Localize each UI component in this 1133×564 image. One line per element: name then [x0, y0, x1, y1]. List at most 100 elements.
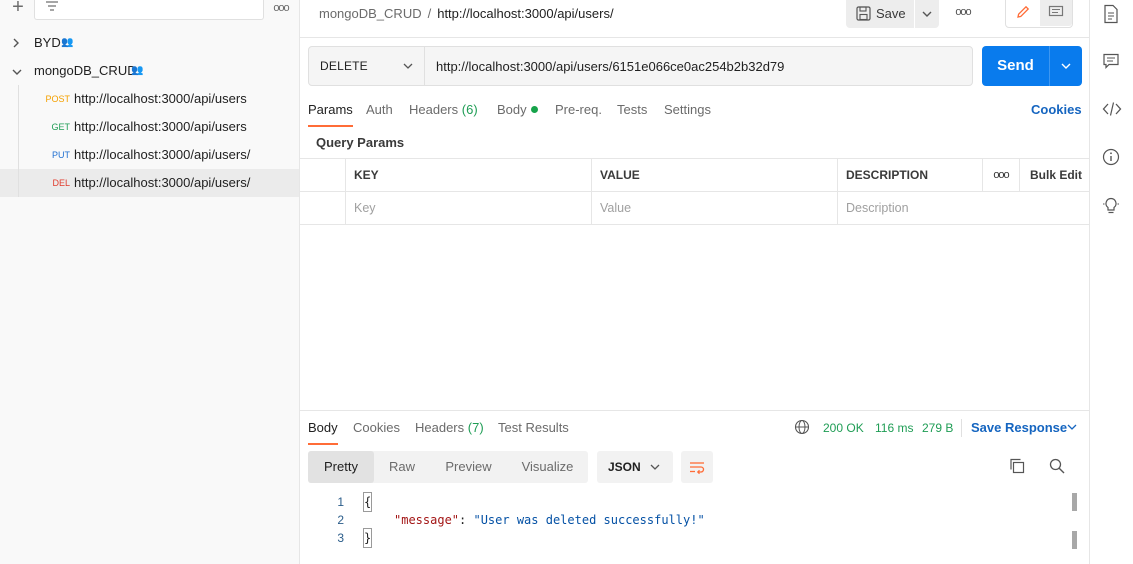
pane-resize-handle[interactable]	[300, 410, 1089, 411]
method-select[interactable]: DELETE	[309, 47, 425, 85]
format-select[interactable]: JSON	[597, 451, 673, 483]
save-response-button[interactable]: Save Response	[971, 419, 1077, 437]
comment-mode-button[interactable]	[1040, 0, 1072, 26]
code-icon[interactable]	[1102, 100, 1122, 120]
chevron-down-icon[interactable]	[12, 57, 24, 85]
plus-icon[interactable]: +	[8, 0, 28, 18]
info-icon[interactable]	[1102, 148, 1122, 168]
filter-icon	[46, 1, 58, 11]
status-dot	[530, 106, 538, 113]
bulk-edit-button[interactable]: Bulk Edit	[1019, 159, 1089, 192]
tab-count: (6)	[461, 102, 478, 117]
sidebar-request-get[interactable]: GET http://localhost:3000/api/users	[0, 113, 299, 141]
edit-mode-button[interactable]	[1007, 0, 1039, 26]
code-text: "message": "User was deleted successfull…	[394, 513, 705, 527]
collection-name: mongoDB_CRUD	[34, 63, 137, 78]
code-text: {	[362, 492, 373, 512]
comment-icon	[1048, 5, 1064, 17]
request-editor: mongoDB_CRUD / http://localhost:3000/api/u…	[300, 0, 1089, 564]
view-raw[interactable]: Raw	[374, 451, 430, 483]
response-size[interactable]: 279 B	[922, 419, 953, 437]
code-text: }	[362, 528, 373, 548]
filter-input[interactable]	[34, 0, 264, 20]
description-input[interactable]: Description	[837, 192, 1089, 225]
response-body-editor[interactable]: 1 { 2 "message": "User was deleted succe…	[300, 491, 1089, 564]
request-url: http://localhost:3000/api/users	[74, 91, 247, 106]
sidebar-request-delete[interactable]: DEL http://localhost:3000/api/users/	[0, 169, 299, 197]
line-number: 2	[337, 513, 344, 527]
breadcrumb-request[interactable]: http://localhost:3000/api/users/	[437, 6, 613, 21]
table-header-row: KEY VALUE DESCRIPTION ooo Bulk Edit	[300, 159, 1089, 192]
tab-label: Auth	[366, 102, 393, 117]
method-badge: PUT	[52, 150, 70, 160]
send-button[interactable]: Send	[982, 46, 1049, 86]
tab-tests[interactable]: Tests	[617, 101, 647, 127]
save-icon	[856, 6, 871, 21]
tab-label: Headers	[415, 420, 465, 435]
collection-mongodb-crud[interactable]: mongoDB_CRUD 👥	[0, 57, 299, 85]
breadcrumb-separator: /	[427, 6, 432, 21]
key-input[interactable]: Key	[345, 192, 591, 225]
more-horizontal-icon[interactable]: ooo	[270, 2, 292, 18]
scrollbar-thumb[interactable]	[1072, 493, 1077, 511]
line-number: 3	[337, 531, 344, 545]
tab-response-body[interactable]: Body	[308, 419, 338, 445]
tab-response-headers[interactable]: Headers (7)	[415, 419, 484, 445]
method-badge: POST	[45, 94, 70, 104]
tab-body[interactable]: Body	[497, 101, 538, 127]
divider	[300, 37, 1089, 38]
scrollbar-thumb[interactable]	[1072, 531, 1077, 549]
chevron-down-icon	[922, 11, 932, 17]
tab-label: Body	[308, 420, 338, 435]
sidebar-toolbar: + ooo	[0, 0, 300, 22]
sidebar-request-post[interactable]: POST http://localhost:3000/api/users	[0, 85, 299, 113]
send-dropdown-button[interactable]	[1050, 46, 1082, 86]
tab-label: Pre-req.	[555, 102, 602, 117]
chevron-down-icon	[650, 464, 660, 470]
save-dropdown-button[interactable]	[915, 0, 939, 28]
code-line: 2 "message": "User was deleted successfu…	[300, 511, 1070, 529]
view-visualize[interactable]: Visualize	[507, 451, 588, 483]
save-button[interactable]: Save	[846, 0, 914, 28]
save-response-label: Save Response	[971, 420, 1068, 435]
tab-auth[interactable]: Auth	[366, 101, 393, 127]
copy-icon[interactable]	[1008, 457, 1028, 477]
wrap-lines-button[interactable]	[681, 451, 713, 483]
method-badge: DEL	[52, 178, 70, 188]
tab-test-results[interactable]: Test Results	[498, 419, 569, 445]
more-horizontal-icon[interactable]: ooo	[982, 159, 1019, 192]
mode-toggle	[1005, 0, 1073, 28]
breadcrumb-collection[interactable]: mongoDB_CRUD	[319, 6, 422, 21]
cookies-link[interactable]: Cookies	[1031, 101, 1082, 119]
send-button-group: Send	[982, 46, 1082, 86]
search-icon[interactable]	[1048, 457, 1068, 477]
request-url: http://localhost:3000/api/users/	[74, 175, 251, 190]
sidebar-request-put[interactable]: PUT http://localhost:3000/api/users/	[0, 141, 299, 169]
view-pretty[interactable]: Pretty	[308, 451, 374, 483]
tab-label: Body	[497, 102, 527, 117]
tab-label: Params	[308, 102, 353, 117]
right-sidebar	[1089, 0, 1133, 564]
scrollbar[interactable]	[1072, 493, 1077, 553]
json-value: "User was deleted successfully!"	[473, 513, 705, 527]
tab-headers[interactable]: Headers (6)	[409, 101, 478, 127]
value-input[interactable]: Value	[591, 192, 837, 225]
globe-icon[interactable]	[794, 419, 810, 435]
tab-response-cookies[interactable]: Cookies	[353, 419, 400, 445]
comment-icon[interactable]	[1102, 52, 1122, 72]
tab-params[interactable]: Params	[308, 101, 353, 127]
chevron-right-icon[interactable]	[12, 29, 24, 57]
status-code[interactable]: 200 OK	[823, 419, 864, 437]
tab-pre-request[interactable]: Pre-req.	[555, 101, 602, 127]
view-preview[interactable]: Preview	[430, 451, 507, 483]
method-value: DELETE	[320, 59, 368, 73]
collection-byd[interactable]: BYD 👥	[0, 29, 299, 57]
response-time[interactable]: 116 ms	[875, 419, 913, 437]
more-horizontal-icon[interactable]: ooo	[952, 6, 974, 22]
url-input[interactable]	[426, 47, 972, 85]
tab-settings[interactable]: Settings	[664, 101, 711, 127]
document-icon[interactable]	[1102, 4, 1122, 24]
lightbulb-icon[interactable]	[1102, 196, 1122, 216]
url-bar: DELETE	[308, 46, 973, 86]
column-header-value: VALUE	[591, 159, 837, 192]
